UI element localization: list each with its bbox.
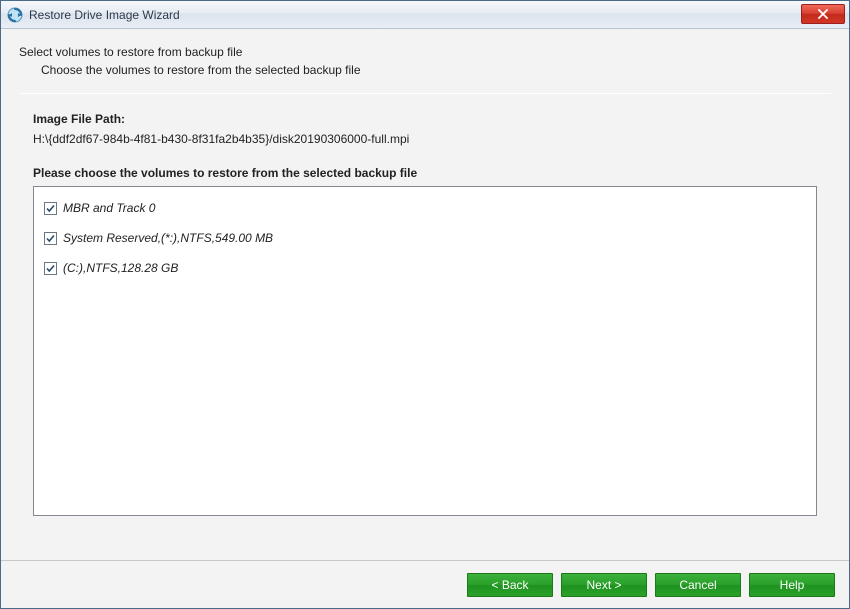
volume-label: (C:),NTFS,128.28 GB (63, 261, 178, 275)
help-button[interactable]: Help (749, 573, 835, 597)
volume-row[interactable]: System Reserved,(*:),NTFS,549.00 MB (44, 227, 806, 257)
wizard-content: Image File Path: H:\{ddf2df67-984b-4f81-… (1, 94, 849, 560)
volume-checkbox[interactable] (44, 262, 57, 275)
volume-label: MBR and Track 0 (63, 201, 155, 215)
close-icon (817, 9, 829, 19)
volume-checkbox[interactable] (44, 232, 57, 245)
button-bar: < Back Next > Cancel Help (1, 560, 849, 608)
check-icon (45, 233, 56, 244)
image-path-label: Image File Path: (33, 112, 817, 126)
window-title: Restore Drive Image Wizard (29, 8, 180, 22)
volume-row[interactable]: (C:),NTFS,128.28 GB (44, 257, 806, 287)
close-button[interactable] (801, 4, 845, 24)
image-path-value: H:\{ddf2df67-984b-4f81-b430-8f31fa2b4b35… (33, 132, 817, 146)
wizard-body: Select volumes to restore from backup fi… (1, 29, 849, 608)
back-button[interactable]: < Back (467, 573, 553, 597)
volume-label: System Reserved,(*:),NTFS,549.00 MB (63, 231, 273, 245)
volume-checkbox[interactable] (44, 202, 57, 215)
cancel-button[interactable]: Cancel (655, 573, 741, 597)
page-heading: Select volumes to restore from backup fi… (19, 45, 831, 59)
volume-row[interactable]: MBR and Track 0 (44, 197, 806, 227)
volumes-prompt: Please choose the volumes to restore fro… (33, 166, 817, 180)
wizard-header: Select volumes to restore from backup fi… (1, 29, 849, 87)
check-icon (45, 263, 56, 274)
volumes-listbox[interactable]: MBR and Track 0 System Reserved,(*:),NTF… (33, 186, 817, 516)
title-bar: Restore Drive Image Wizard (1, 1, 849, 29)
page-subheading: Choose the volumes to restore from the s… (41, 63, 831, 77)
check-icon (45, 203, 56, 214)
wizard-window: Restore Drive Image Wizard Select volume… (0, 0, 850, 609)
next-button[interactable]: Next > (561, 573, 647, 597)
app-icon (7, 7, 23, 23)
